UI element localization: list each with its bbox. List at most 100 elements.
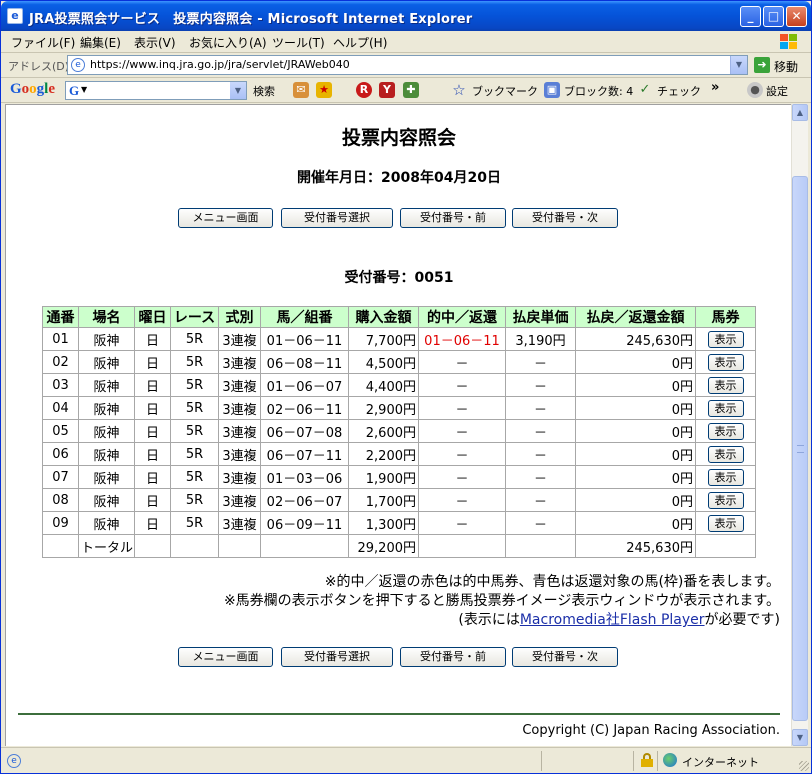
prev-receipt-button[interactable]: 受付番号・前: [400, 208, 506, 228]
menu-screen-button[interactable]: メニュー画面: [178, 647, 273, 667]
security-zone: インターネット: [682, 756, 759, 769]
minimize-button[interactable]: _: [740, 6, 761, 27]
select-receipt-button[interactable]: 受付番号選択: [281, 208, 393, 228]
payout-cell: 0円: [575, 488, 696, 512]
spellcheck-icon[interactable]: ✓: [637, 82, 653, 98]
table-row: 05 阪神日 5R 3連複 06－07－08 2,600円－－ 0円 表示: [42, 419, 756, 443]
prev-receipt-button[interactable]: 受付番号・前: [400, 647, 506, 667]
popup-block-count[interactable]: ブロック数: 4: [564, 83, 633, 99]
flash-player-link[interactable]: Macromedia社Flash Player: [520, 612, 705, 628]
col-header: 曜日: [134, 306, 171, 328]
table-row: 06 阪神日 5R 3連複 06－07－11 2,200円－－ 0円 表示: [42, 442, 756, 466]
settings-icon[interactable]: ●: [747, 82, 763, 98]
menu-screen-button[interactable]: メニュー画面: [178, 208, 273, 228]
puzzle-icon[interactable]: ✚: [403, 82, 419, 98]
google-search-button[interactable]: 検索: [253, 83, 275, 99]
purchase-cell: 1,900円: [348, 465, 419, 489]
show-ticket-button[interactable]: 表示: [707, 376, 744, 394]
show-ticket-button[interactable]: 表示: [707, 445, 744, 463]
table-row: 04 阪神日 5R 3連複 02－06－11 2,900円－－ 0円 表示: [42, 396, 756, 420]
next-receipt-button[interactable]: 受付番号・次: [512, 208, 618, 228]
weekday-cell: 日: [134, 442, 171, 466]
menu-edit[interactable]: 編集(E): [80, 34, 121, 51]
page-icon: e: [71, 58, 85, 72]
address-bar: アドレス(D) e https://www.inq.jra.go.jp/jra/…: [1, 53, 811, 78]
bet-type-cell: 3連複: [218, 327, 261, 351]
more-chevron-icon[interactable]: »: [711, 80, 719, 95]
select-receipt-button[interactable]: 受付番号選択: [281, 647, 393, 667]
menu-help[interactable]: ヘルプ(H): [333, 34, 387, 51]
globe-icon: [663, 753, 677, 767]
ticket-cell: 表示: [695, 488, 756, 512]
address-input[interactable]: e https://www.inq.jra.go.jp/jra/servlet/…: [67, 55, 748, 75]
next-receipt-button[interactable]: 受付番号・次: [512, 647, 618, 667]
lock-icon[interactable]: [641, 753, 653, 767]
col-header: レース: [170, 306, 219, 328]
resize-grip-icon[interactable]: [799, 761, 809, 771]
ticket-cell: 表示: [695, 465, 756, 489]
r-icon[interactable]: R: [356, 82, 372, 98]
col-header: 払戻単価: [505, 306, 576, 328]
page-viewport[interactable]: 投票内容照会 開催年月日：2008年04月20日 メニュー画面 受付番号選択 受…: [5, 104, 791, 746]
go-arrow-icon[interactable]: ➜: [754, 57, 770, 73]
payout-cell: 0円: [575, 396, 696, 420]
scroll-down-icon[interactable]: ▼: [792, 729, 808, 746]
show-ticket-button[interactable]: 表示: [707, 330, 744, 348]
hit-cell: －: [418, 350, 506, 374]
close-button[interactable]: ✕: [786, 6, 807, 27]
purchase-cell: 4,500円: [348, 350, 419, 374]
bookmark-star-icon[interactable]: ☆: [451, 82, 467, 98]
purchase-cell: 1,700円: [348, 488, 419, 512]
vertical-scrollbar[interactable]: ▲ ▼: [791, 104, 808, 746]
show-ticket-button[interactable]: 表示: [707, 491, 744, 509]
yahoo-icon[interactable]: Y: [379, 82, 395, 98]
news-icon[interactable]: ✉: [293, 82, 309, 98]
note-flash: (表示にはMacromedia社Flash Playerが必要です): [458, 612, 780, 628]
purchase-cell: 7,700円: [348, 327, 419, 351]
google-search-input[interactable]: G ▼ ▼: [65, 81, 247, 100]
hit-cell: －: [418, 465, 506, 489]
address-label: アドレス(D): [8, 60, 70, 73]
go-button[interactable]: 移動: [774, 58, 798, 75]
spellcheck-button[interactable]: チェック: [657, 83, 701, 99]
caret-down-icon[interactable]: ▼: [81, 85, 87, 94]
google-logo[interactable]: Google: [10, 81, 55, 98]
search-dropdown-icon[interactable]: ▼: [230, 82, 246, 99]
show-ticket-button[interactable]: 表示: [707, 468, 744, 486]
show-ticket-button[interactable]: 表示: [707, 353, 744, 371]
venue-cell: 阪神: [78, 419, 135, 443]
show-ticket-button[interactable]: 表示: [707, 399, 744, 417]
receipt-number: 受付番号：0051: [344, 270, 454, 286]
venue-cell: 阪神: [78, 442, 135, 466]
award-icon[interactable]: ★: [316, 82, 332, 98]
menu-file[interactable]: ファイル(F): [11, 34, 75, 51]
maximize-button[interactable]: □: [763, 6, 784, 27]
scroll-thumb[interactable]: [792, 176, 808, 721]
address-dropdown-icon[interactable]: ▼: [730, 56, 747, 74]
show-ticket-button[interactable]: 表示: [707, 422, 744, 440]
show-ticket-button[interactable]: 表示: [707, 514, 744, 532]
bet-type-cell: 3連複: [218, 350, 261, 374]
menu-favorites[interactable]: お気に入り(A): [189, 34, 267, 51]
scroll-up-icon[interactable]: ▲: [792, 104, 808, 121]
title-bar[interactable]: e JRA投票照会サービス 投票内容照会 - Microsoft Interne…: [1, 1, 811, 31]
menu-tools[interactable]: ツール(T): [272, 34, 325, 51]
ticket-cell: 表示: [695, 396, 756, 420]
settings-button[interactable]: 設定: [766, 83, 788, 99]
race-cell: 5R: [170, 396, 219, 420]
bookmark-button[interactable]: ブックマーク: [472, 83, 538, 99]
ticket-cell: 表示: [695, 419, 756, 443]
serial-cell: 06: [42, 442, 79, 466]
purchase-cell: 2,900円: [348, 396, 419, 420]
address-url[interactable]: https://www.inq.jra.go.jp/jra/servlet/JR…: [90, 58, 350, 71]
race-cell: 5R: [170, 465, 219, 489]
combination-cell: 02－06－07: [260, 488, 349, 512]
serial-cell: 05: [42, 419, 79, 443]
bet-type-cell: 3連複: [218, 396, 261, 420]
bet-result-table: 通番 場名 曜日 レース 式別 馬／組番 購入金額 的中／返還 払戻単価 払戻／…: [42, 306, 756, 558]
grip-icon: [797, 445, 804, 453]
unit-payout-cell: －: [505, 465, 576, 489]
purchase-cell: 2,600円: [348, 419, 419, 443]
payout-cell: 0円: [575, 442, 696, 466]
menu-view[interactable]: 表示(V): [134, 34, 176, 51]
